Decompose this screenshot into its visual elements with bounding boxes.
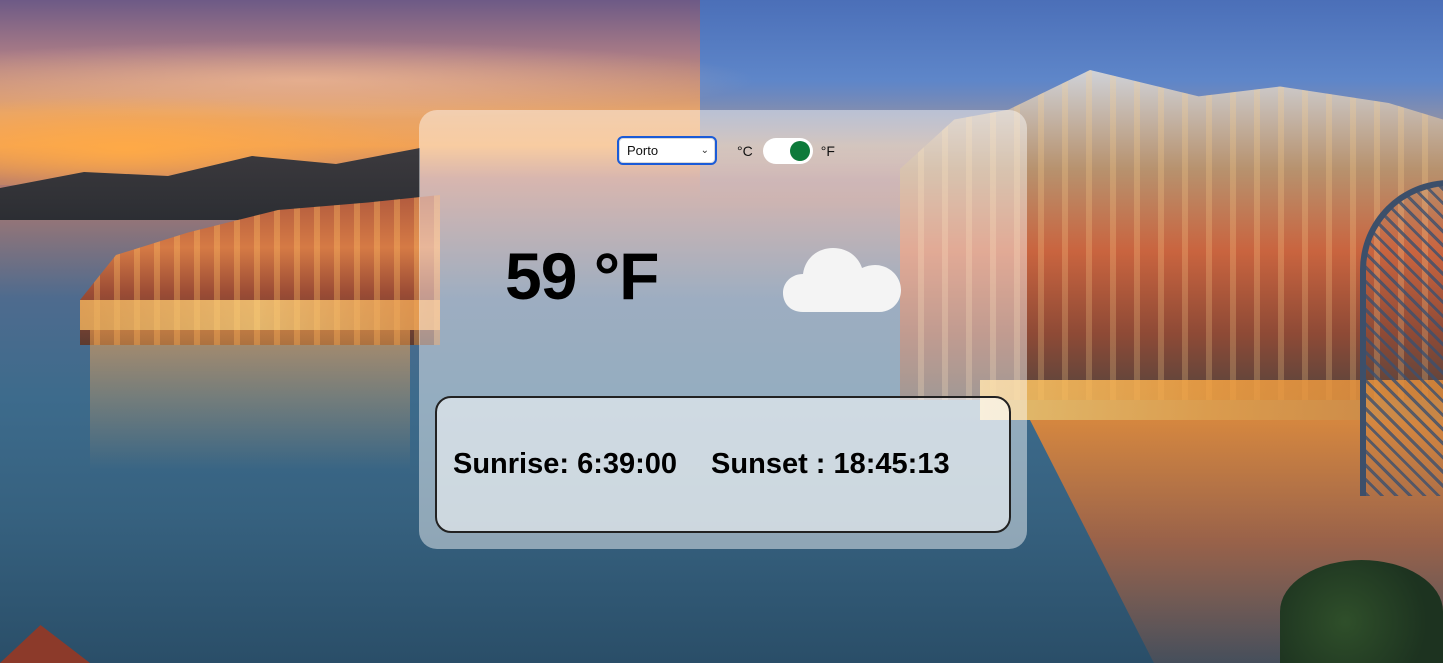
city-select-value: Porto <box>627 143 659 158</box>
weather-card: Porto ⌄ °C °F 59 °F Sunrise: 6:39:00 Sun… <box>419 110 1027 549</box>
sun-times-panel: Sunrise: 6:39:00 Sunset : 18:45:13 <box>435 396 1011 533</box>
unit-toggle[interactable] <box>762 137 813 164</box>
rooftop <box>0 625 90 663</box>
controls-bar: Porto ⌄ °C °F <box>617 136 835 165</box>
river-reflection-left <box>90 330 410 470</box>
sunset-text: Sunset : 18:45:13 <box>711 448 950 480</box>
celsius-label: °C <box>737 142 753 159</box>
shore-lights-left <box>80 300 440 330</box>
unit-toggle-knob <box>789 140 810 161</box>
temperature-value: 59 °F <box>505 239 659 313</box>
bridge <box>1360 180 1443 496</box>
fahrenheit-label: °F <box>820 142 835 159</box>
trees <box>1280 560 1443 663</box>
sunrise-text: Sunrise: 6:39:00 <box>453 448 678 480</box>
cloud-icon <box>783 248 901 312</box>
city-select[interactable]: Porto ⌄ <box>617 136 717 165</box>
chevron-down-icon: ⌄ <box>700 145 709 156</box>
